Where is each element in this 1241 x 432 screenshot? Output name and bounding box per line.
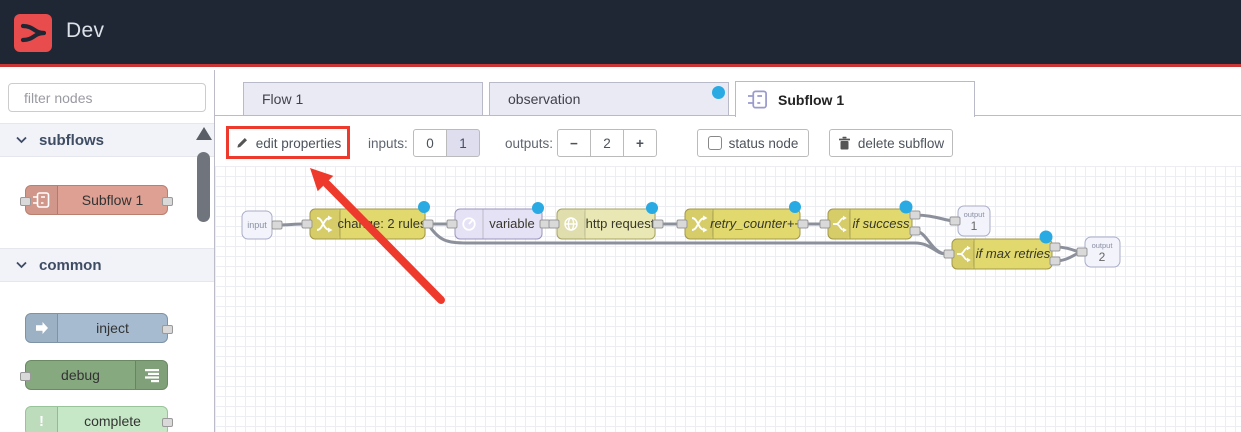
inject-arrow-icon [26,314,58,342]
flow-node-retry-counter[interactable]: retry_counter++ [684,208,802,240]
status-node-toggle[interactable]: status node [697,129,809,157]
outputs-decrease-button[interactable]: − [557,129,591,157]
node-label: input [247,220,267,230]
button-label: delete subflow [857,135,945,151]
workspace-tabbar: Flow 1 observation Subflow 1 [215,70,1241,117]
palette-node-inject[interactable]: inject [25,313,173,343]
tab-label: observation [508,91,581,107]
button-label: status node [728,135,799,151]
pencil-icon [237,138,247,148]
inputs-1-button[interactable]: 1 [446,129,480,157]
flow-canvas[interactable]: input change: 2 rules variable http requ… [215,166,1241,432]
node-label: change: 2 rules [338,216,427,231]
flow-node-output-1[interactable]: output 1 [957,205,991,237]
tab-label: Flow 1 [262,91,304,107]
modified-dot [712,86,725,99]
node-output-port [162,325,173,334]
node-red-editor: Dev subflows Subflow 1 [0,0,1241,432]
flow-node-change-2-rules[interactable]: change: 2 rules [309,208,427,240]
delete-subflow-button[interactable]: delete subflow [829,129,953,157]
palette-search[interactable] [8,83,206,112]
subflow-toolbar: edit properties inputs: 0 1 outputs: − 2… [215,116,1241,166]
section-label: common [39,256,102,274]
node-label: http request [586,216,655,231]
exclamation-icon: ! [26,407,58,432]
node-input-port [20,197,31,206]
palette-node-label: Subflow 1 [81,192,144,208]
palette-node-label: complete [84,413,141,429]
palette-sidebar: subflows Subflow 1 common [0,70,215,432]
palette-section-subflows[interactable]: subflows [0,123,214,157]
palette-node-debug[interactable]: debug [20,360,168,390]
flow-node-output-2[interactable]: output 2 [1084,236,1121,268]
button-label: edit properties [255,135,342,151]
tab-subflow-1[interactable]: Subflow 1 [735,81,975,117]
debug-lines-icon [135,361,167,389]
header: Dev [0,0,1241,67]
palette-node-complete[interactable]: ! complete [25,406,173,432]
node-caption: output [1092,241,1114,250]
flow-node-http-request[interactable]: http request [556,208,656,240]
node-label: variable [489,216,535,231]
node-red-logo-icon [14,14,52,52]
search-input[interactable] [24,89,205,106]
subflow-tab-icon [748,90,767,109]
node-output-port [162,418,173,427]
node-label: 1 [971,219,978,233]
app-title: Dev [66,19,105,42]
outputs-label: outputs: [505,135,554,151]
chevron-down-icon [16,261,27,269]
outputs-increase-button[interactable]: + [623,129,657,157]
outputs-count: 2 [590,129,624,157]
palette-scroll-up[interactable] [196,127,212,140]
node-label: 2 [1099,250,1106,264]
flow-node-input[interactable]: input [241,210,273,240]
node-label: retry_counter++ [710,216,802,231]
palette-section-common[interactable]: common [0,248,214,282]
node-label: if success [852,216,910,231]
palette-node-label: debug [61,367,100,383]
node-caption: output [964,210,986,219]
edit-properties-button[interactable]: edit properties [230,129,346,157]
node-input-port [20,372,31,381]
palette-scrollbar[interactable] [197,152,210,222]
node-output-port [162,197,173,206]
tab-flow-1[interactable]: Flow 1 [243,82,483,116]
trash-icon [838,136,850,150]
palette-node-subflow[interactable]: Subflow 1 [20,185,173,215]
status-node-checkbox[interactable] [707,136,722,150]
inputs-0-button[interactable]: 0 [413,129,447,157]
node-label: if max retries [976,246,1051,261]
section-label: subflows [39,131,105,149]
flow-node-if-success[interactable]: if success [827,208,913,240]
tab-label: Subflow 1 [778,91,845,108]
chevron-down-icon [16,136,27,144]
palette-node-label: inject [96,320,129,336]
flow-node-variable[interactable]: variable [454,208,543,240]
inputs-label: inputs: [368,135,408,151]
flow-node-if-max-retries[interactable]: if max retries [951,238,1053,270]
tab-observation[interactable]: observation [489,82,729,116]
